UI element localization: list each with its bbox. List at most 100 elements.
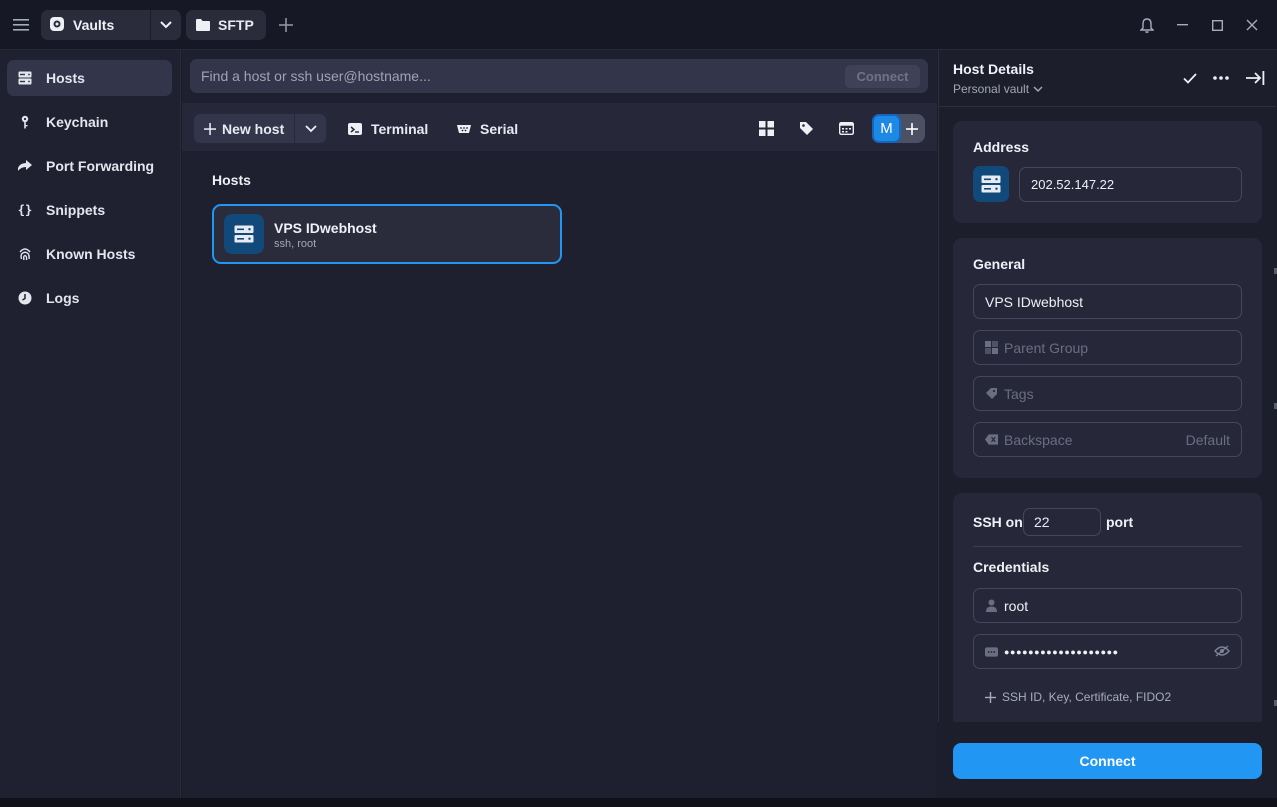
connect-button[interactable]: Connect (953, 743, 1262, 779)
toggle-password-visibility[interactable] (1214, 644, 1230, 660)
fingerprint-icon (18, 247, 32, 261)
panel-title: Host Details (953, 61, 1034, 77)
sidebar-item-hosts[interactable]: Hosts (7, 60, 172, 96)
folder-icon (196, 19, 210, 31)
calendar-sort-button[interactable] (836, 118, 856, 138)
add-key-button[interactable]: SSH ID, Key, Certificate, FIDO2 (985, 690, 1171, 704)
sidebar-item-snippets[interactable]: {} Snippets (7, 192, 172, 228)
sidebar-item-logs[interactable]: Logs (7, 280, 172, 316)
taskbar-strip (0, 798, 1277, 807)
close-icon (1246, 19, 1258, 31)
backspace-label: Backspace (1004, 431, 1073, 448)
vaults-tab[interactable]: Vaults (41, 10, 181, 40)
ssh-on-label: SSH on (973, 514, 1023, 530)
server-icon (224, 214, 264, 254)
backspace-field[interactable]: Backspace Default (973, 422, 1242, 457)
label-value: VPS IDwebhost (985, 293, 1084, 310)
password-value: ●●●●●●●●●●●●●●●●●●● (1004, 646, 1119, 657)
sidebar-item-label: Keychain (46, 114, 109, 130)
host-name: VPS IDwebhost (274, 220, 377, 236)
terminal-button[interactable]: Terminal (347, 114, 428, 143)
group-icon (985, 341, 998, 354)
host-subtitle: ssh, root (274, 238, 317, 250)
address-field[interactable]: 202.52.147.22 (1019, 167, 1242, 202)
general-title: General (973, 256, 1026, 272)
more-icon (1213, 76, 1229, 80)
chevron-down-icon (1033, 85, 1043, 92)
close-button[interactable] (1241, 14, 1263, 36)
username-field[interactable]: root (973, 588, 1242, 623)
plus-icon (279, 18, 293, 32)
eye-off-icon (1214, 644, 1230, 657)
vault-icon (49, 16, 65, 35)
maximize-button[interactable] (1206, 14, 1228, 36)
credentials-title: Credentials (973, 559, 1050, 575)
new-host-button[interactable]: New host (194, 114, 294, 143)
vault-name: Personal vault (953, 82, 1030, 96)
notifications-button[interactable] (1136, 14, 1158, 36)
collapse-right-icon (1246, 71, 1265, 85)
clock-icon (18, 291, 32, 305)
sidebar-item-label: Hosts (46, 70, 85, 86)
general-card: General VPS IDwebhost Parent Group Tags … (953, 238, 1262, 478)
chevron-down-icon (160, 21, 172, 29)
grid-view-button[interactable] (756, 118, 776, 138)
minimize-button[interactable] (1171, 14, 1193, 36)
add-key-label: SSH ID, Key, Certificate, FIDO2 (1002, 690, 1172, 704)
backspace-value: Default (1185, 431, 1230, 448)
label-field[interactable]: VPS IDwebhost (973, 284, 1242, 319)
backspace-icon (985, 433, 998, 446)
address-card: Address 202.52.147.22 (953, 121, 1262, 223)
main-area (182, 50, 937, 798)
parent-group-field[interactable]: Parent Group (973, 330, 1242, 365)
plus-icon (985, 691, 996, 703)
hosts-icon (18, 71, 32, 85)
new-tab-button[interactable] (276, 14, 296, 36)
tags-placeholder: Tags (1004, 385, 1034, 402)
tags-field[interactable]: Tags (973, 376, 1242, 411)
username-value: root (1004, 597, 1029, 614)
host-card[interactable]: VPS IDwebhost ssh, root (212, 204, 562, 264)
divider (973, 546, 1242, 547)
port-value: 22 (1034, 514, 1050, 530)
ssh-card: SSH on 22 port Credentials root ●●●●●●●●… (953, 493, 1262, 733)
collapse-panel-button[interactable] (1244, 68, 1266, 88)
forward-icon (18, 159, 32, 173)
sidebar-item-known-hosts[interactable]: Known Hosts (7, 236, 172, 272)
vaults-dropdown-button[interactable] (150, 10, 181, 40)
more-options-button[interactable] (1210, 68, 1232, 88)
server-icon (973, 166, 1009, 202)
avatar[interactable]: M (872, 114, 901, 143)
sidebar-item-label: Port Forwarding (46, 158, 155, 174)
serial-label: Serial (480, 120, 519, 137)
save-button[interactable] (1179, 68, 1201, 88)
new-host-dropdown-button[interactable] (295, 114, 326, 143)
password-field[interactable]: ●●●●●●●●●●●●●●●●●●● (973, 634, 1242, 669)
bell-icon (1140, 17, 1154, 33)
chevron-down-icon (304, 124, 317, 132)
sidebar-item-port-forwarding[interactable]: Port Forwarding (7, 148, 172, 184)
search-input[interactable] (190, 59, 830, 93)
parent-group-placeholder: Parent Group (1004, 339, 1089, 356)
sidebar-item-label: Snippets (46, 202, 106, 218)
terminal-icon (348, 122, 362, 135)
sftp-tab[interactable]: SFTP (186, 10, 266, 40)
grid-icon (758, 120, 774, 136)
minimize-icon (1176, 24, 1188, 26)
password-icon (985, 645, 998, 658)
vault-selector[interactable]: Personal vault (953, 82, 1043, 96)
port-input[interactable]: 22 (1023, 508, 1101, 536)
check-icon (1183, 72, 1197, 84)
sidebar-item-keychain[interactable]: Keychain (7, 104, 172, 140)
plus-icon (204, 122, 216, 135)
tags-filter-button[interactable] (796, 118, 816, 138)
port-label: port (1106, 514, 1134, 530)
vaults-label: Vaults (73, 17, 115, 33)
menu-icon[interactable] (8, 13, 34, 37)
serial-button[interactable]: Serial (456, 114, 518, 143)
terminal-label: Terminal (371, 120, 429, 137)
search-bar: Connect (190, 59, 928, 93)
tag-icon (799, 121, 813, 135)
tag-icon (985, 387, 998, 400)
search-connect-button[interactable]: Connect (845, 65, 920, 88)
